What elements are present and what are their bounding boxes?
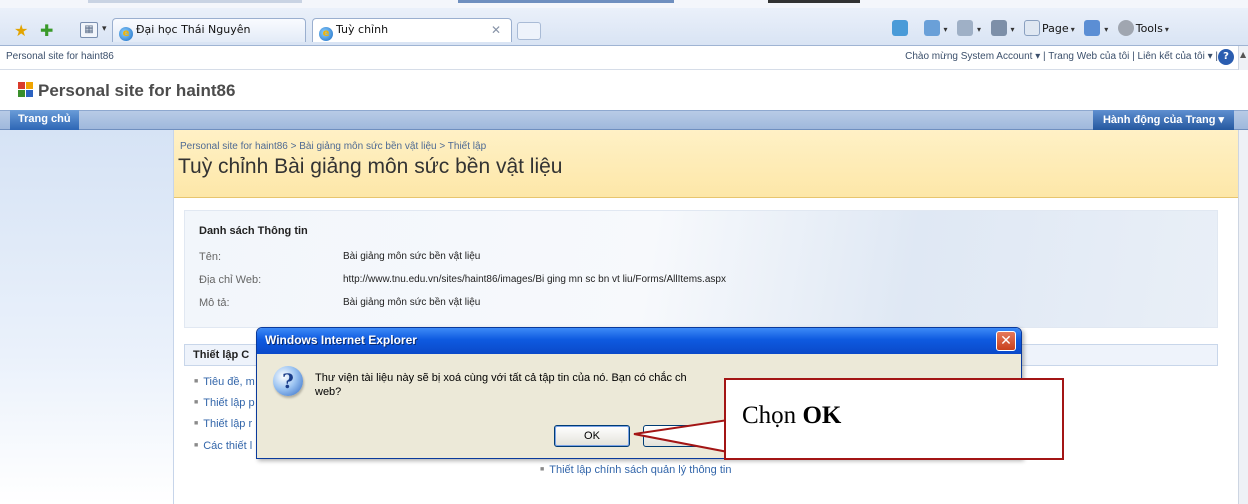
- my-site-link[interactable]: Trang Web của tôi: [1048, 51, 1129, 62]
- new-tab-button[interactable]: [517, 22, 541, 40]
- window-top-strip: [0, 0, 1248, 8]
- chevron-down-icon[interactable]: ▾: [1071, 25, 1075, 34]
- command-bar: ▾ ▾ ▾ Page ▾ ▾ Tools ▾: [892, 20, 1175, 40]
- page-menu[interactable]: Page: [1042, 22, 1069, 35]
- connect-icon[interactable]: [892, 20, 908, 36]
- instruction-callout: Chọn OK: [724, 378, 1064, 460]
- title-area: Personal site for haint86 > Bài giảng mô…: [174, 130, 1238, 198]
- info-value: Bài giảng môn sức bền vật liệu: [343, 297, 481, 308]
- page-title: Tuỳ chỉnh Bài giảng môn sức bền vật liệu: [178, 155, 563, 178]
- list-info-heading: Danh sách Thông tin: [199, 225, 308, 237]
- bullet-icon: ■: [194, 420, 199, 427]
- favorites-star-icon[interactable]: ★: [14, 21, 28, 40]
- general-settings-heading: Thiết lập C: [193, 349, 250, 361]
- settings-link[interactable]: ■ Các thiết l: [194, 440, 252, 452]
- quick-launch: [0, 130, 174, 504]
- dialog-title-bar[interactable]: Windows Internet Explorer ✕: [257, 328, 1021, 354]
- global-nav: Personal site for haint86 Chào mừng Syst…: [0, 46, 1248, 70]
- site-path-link[interactable]: Personal site for haint86: [6, 51, 114, 62]
- dialog-title: Windows Internet Explorer: [265, 333, 417, 347]
- site-logo-icon: [18, 82, 34, 98]
- bullet-icon: ■: [194, 378, 199, 385]
- tab-list-dropdown-icon[interactable]: ▾: [102, 24, 107, 34]
- bullet-icon: ■: [194, 442, 199, 449]
- settings-link[interactable]: ■ Tiêu đề, m: [194, 376, 255, 388]
- welcome-menu[interactable]: Chào mừng System Account ▾: [905, 51, 1040, 62]
- chevron-down-icon[interactable]: ▾: [1011, 25, 1015, 34]
- site-title[interactable]: Personal site for haint86: [38, 81, 235, 101]
- ok-button[interactable]: OK: [554, 425, 630, 447]
- breadcrumb[interactable]: Personal site for haint86 > Bài giảng mô…: [180, 141, 486, 152]
- chevron-down-icon[interactable]: ▾: [1165, 25, 1169, 34]
- bullet-icon: ■: [540, 466, 545, 473]
- add-favorite-icon[interactable]: ✚: [40, 21, 53, 40]
- information-policy-link[interactable]: ■ Thiết lập chính sách quản lý thông tin: [540, 464, 731, 476]
- global-links: Chào mừng System Account ▾ | Trang Web c…: [905, 51, 1218, 62]
- my-links-menu[interactable]: Liên kết của tôi ▾: [1138, 51, 1213, 62]
- chevron-down-icon[interactable]: ▾: [1104, 25, 1108, 34]
- chevron-down-icon[interactable]: ▾: [977, 25, 981, 34]
- browser-toolbar: ★ ✚ ▦ ▾ e Đại học Thái Nguyên e Tuỳ chỉnh …: [0, 0, 1248, 46]
- close-icon[interactable]: ✕: [996, 331, 1016, 351]
- tab-tuy-chinh[interactable]: e Tuỳ chỉnh ✕: [312, 18, 512, 42]
- top-strip-segment: [768, 0, 860, 3]
- top-nav: Trang chủ Hành động của Trang ▾: [0, 110, 1248, 130]
- callout-text: Chọn OK: [742, 402, 842, 429]
- tab-dai-hoc[interactable]: e Đại học Thái Nguyên: [112, 18, 306, 42]
- home-icon[interactable]: [923, 20, 940, 36]
- ie-page-icon: e: [319, 27, 333, 41]
- top-strip-segment: [88, 0, 302, 3]
- top-strip-segment: [458, 0, 674, 3]
- tools-menu[interactable]: Tools: [1136, 22, 1163, 35]
- question-icon: ?: [273, 366, 303, 396]
- cancel-button[interactable]: [643, 425, 719, 447]
- info-label: Địa chỉ Web:: [199, 274, 262, 286]
- safety-icon[interactable]: [1084, 20, 1101, 36]
- quick-tabs-icon[interactable]: ▦: [80, 22, 98, 38]
- print-icon[interactable]: [990, 20, 1007, 36]
- close-tab-icon[interactable]: ✕: [491, 23, 501, 37]
- gear-icon[interactable]: [1117, 20, 1134, 36]
- info-label: Tên:: [199, 251, 222, 263]
- list-information-panel: Danh sách Thông tin Tên: Bài giảng môn s…: [184, 210, 1218, 328]
- site-actions-menu[interactable]: Hành động của Trang ▾: [1092, 110, 1234, 130]
- settings-link[interactable]: ■ Thiết lập p: [194, 397, 255, 409]
- feeds-icon[interactable]: [957, 20, 974, 36]
- bullet-icon: ■: [194, 399, 199, 406]
- info-label: Mô tả:: [199, 297, 230, 309]
- tab-label: Đại học Thái Nguyên: [136, 23, 251, 36]
- scroll-up-icon[interactable]: ▲: [1240, 50, 1246, 59]
- info-value: Bài giảng môn sức bền vật liệu: [343, 251, 481, 262]
- help-icon[interactable]: ?: [1218, 49, 1234, 65]
- tab-label: Tuỳ chỉnh: [336, 23, 389, 36]
- page-icon[interactable]: [1024, 20, 1041, 36]
- tab-home[interactable]: Trang chủ: [10, 110, 79, 130]
- ie-page-icon: e: [119, 27, 133, 41]
- settings-link[interactable]: ■ Thiết lập r: [194, 418, 252, 430]
- info-value[interactable]: http://www.tnu.edu.vn/sites/haint86/imag…: [343, 274, 726, 285]
- site-title-bar: Personal site for haint86: [0, 70, 1248, 110]
- chevron-down-icon[interactable]: ▾: [944, 25, 948, 34]
